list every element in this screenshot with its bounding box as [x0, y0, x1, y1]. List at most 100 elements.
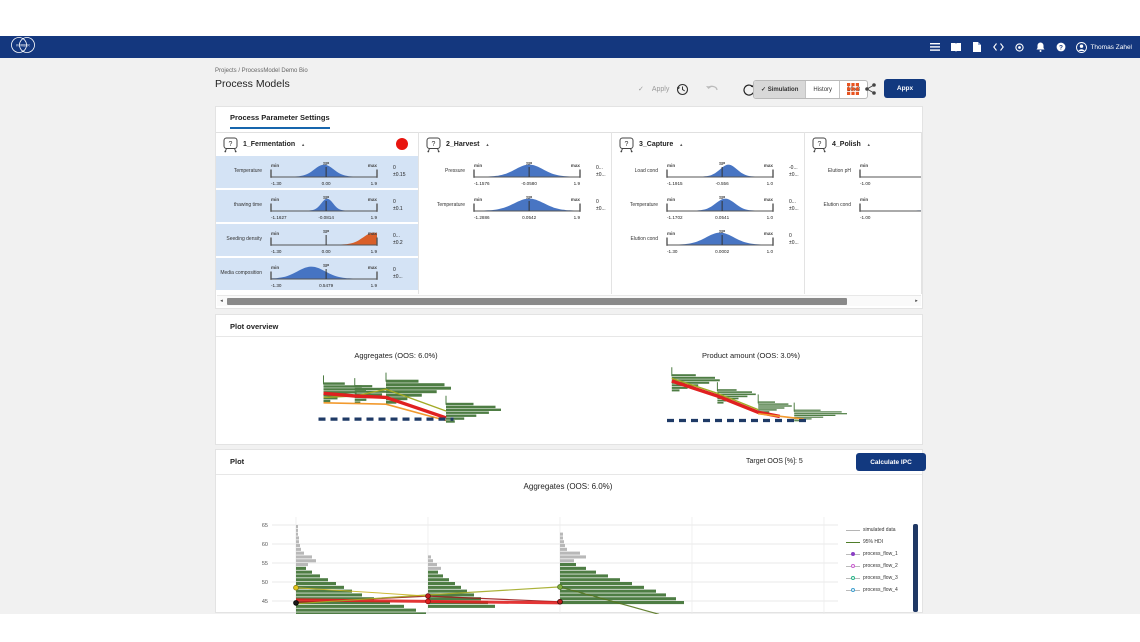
parameter-slider[interactable]: minSPmax -1.300.00021.0 — [661, 224, 789, 256]
breadcrumb[interactable]: Projects / ProcessModel Demo Bio — [215, 68, 308, 74]
parameter-slider[interactable]: minSPmax -1.1576-0.05801.9 — [468, 156, 596, 188]
param-values: 0...±0... — [596, 165, 612, 180]
scrollbar-thumb[interactable] — [227, 298, 847, 305]
param-label: Seeding density — [216, 237, 265, 243]
svg-text:min: min — [271, 163, 279, 168]
undo-icon[interactable] — [704, 81, 720, 97]
svg-text:min: min — [860, 197, 868, 202]
scroll-left-icon[interactable]: ◂ — [217, 296, 226, 306]
parameter-slider[interactable]: minSPmax -1.17020.05411.0 — [661, 190, 789, 222]
svg-text:0.5479: 0.5479 — [319, 283, 333, 288]
parameter-slider[interactable]: minSPmax -1.28860.05421.9 — [468, 190, 596, 222]
svg-text:min: min — [667, 163, 675, 168]
parameter-slider[interactable]: min -1.00 — [854, 190, 922, 222]
param-label: Elution cond — [612, 237, 661, 243]
code-icon[interactable] — [992, 41, 1004, 53]
svg-text:SP: SP — [323, 263, 329, 268]
legend-item-process_flow_4[interactable]: process_flow_4 — [846, 584, 910, 596]
legend-item-simulated-data[interactable]: simulated data — [846, 524, 910, 536]
parameter-slider[interactable]: min -1.00 — [854, 156, 922, 188]
svg-text:-0.556: -0.556 — [716, 181, 729, 186]
card-header-4_polish[interactable]: ? 4_Polish ▲ — [805, 132, 921, 156]
collapse-icon[interactable]: ▲ — [867, 142, 871, 147]
apply-button-disabled[interactable]: ✓ Apply — [638, 80, 669, 98]
param-row-seeding-density: Seeding density minSPmax -1.300.001.9 0.… — [216, 224, 418, 256]
collapse-icon[interactable]: ▲ — [301, 142, 305, 147]
manual-icon[interactable] — [950, 41, 962, 53]
collapse-icon[interactable]: ▲ — [485, 142, 489, 147]
svg-text:max: max — [764, 163, 774, 168]
svg-text:1.9: 1.9 — [371, 181, 378, 186]
param-values: 0...±0.2 — [393, 233, 415, 248]
legend-swatch — [846, 563, 860, 570]
svg-text:-0.0580: -0.0580 — [521, 181, 537, 186]
restore-history-icon[interactable] — [674, 81, 690, 97]
param-label: Load cond — [612, 169, 661, 175]
user-menu[interactable]: Thomas Zahel — [1076, 42, 1132, 53]
svg-text:min: min — [271, 265, 279, 270]
param-values: 0±0... — [596, 199, 612, 214]
svg-text:min: min — [474, 163, 482, 168]
menu-icon[interactable] — [929, 41, 941, 53]
koerber-logo[interactable]: KÖRBER — [8, 36, 38, 59]
process-card-4_polish: ? 4_Polish ▲ Elution pH min -1.00 Elutio… — [805, 132, 922, 294]
card-header-2_harvest[interactable]: ? 2_Harvest ▲ — [419, 132, 611, 156]
param-values: -0...±0... — [789, 165, 805, 180]
main-chart-svg: 6560555045 — [246, 507, 841, 614]
plot-overview-title: Plot overview — [230, 322, 278, 331]
mini-chart-aggregates-svg — [271, 362, 521, 430]
grid-layout-icon[interactable] — [845, 81, 861, 97]
collapse-icon[interactable]: ▲ — [679, 142, 683, 147]
card-header-3_capture[interactable]: ? 3_Capture ▲ — [612, 132, 804, 156]
unit-operation-icon: ? — [222, 136, 239, 153]
toggle-history[interactable]: History — [806, 81, 840, 98]
share-icon[interactable] — [862, 81, 878, 97]
process-parameter-panel: Process Parameter Settings ? 1_Fermentat… — [215, 106, 923, 309]
legend-swatch — [846, 527, 860, 534]
svg-text:?: ? — [1059, 44, 1063, 51]
svg-text:1.0: 1.0 — [767, 215, 774, 220]
plot-overview-panel: Plot overview Aggregates (OOS: 6.0%) Pro… — [215, 314, 923, 445]
svg-text:min: min — [667, 231, 675, 236]
legend-item-process_flow_1[interactable]: process_flow_1 — [846, 548, 910, 560]
scroll-right-icon[interactable]: ▸ — [912, 296, 921, 306]
card-header-1_fermentation[interactable]: ? 1_Fermentation ▲ — [216, 132, 418, 156]
parameter-slider[interactable]: minSPmax -1.1915-0.5561.0 — [661, 156, 789, 188]
legend-item-process_flow_3[interactable]: process_flow_3 — [846, 572, 910, 584]
legend-label: process_flow_1 — [863, 551, 898, 557]
svg-text:?: ? — [818, 141, 822, 148]
legend-scrollbar[interactable] — [913, 524, 918, 612]
toggle-simulation[interactable]: ✓ Simulation — [754, 81, 806, 98]
help-icon[interactable]: ? — [1055, 41, 1067, 53]
target-oos-value[interactable]: 5 — [799, 458, 803, 465]
svg-text:-1.2886: -1.2886 — [474, 215, 490, 220]
svg-text:?: ? — [229, 141, 233, 148]
svg-text:65: 65 — [262, 523, 268, 529]
svg-text:0.0542: 0.0542 — [522, 215, 536, 220]
param-values: 0±0... — [393, 267, 415, 282]
parameter-slider[interactable]: minSPmax -1.300.001.9 — [265, 156, 393, 188]
notifications-icon[interactable] — [1034, 41, 1046, 53]
svg-text:SP: SP — [323, 161, 329, 166]
svg-text:SP: SP — [719, 195, 725, 200]
parameter-slider[interactable]: minSPmax -1.300.001.9 — [265, 224, 393, 256]
svg-text:-1.1627: -1.1627 — [271, 215, 287, 220]
param-values: 0±0.1 — [393, 199, 415, 214]
user-name: Thomas Zahel — [1090, 44, 1132, 51]
appx-button[interactable]: Appx — [884, 79, 926, 98]
parameter-slider[interactable]: minSPmax -1.300.54791.9 — [265, 258, 393, 290]
unit-operation-icon: ? — [425, 136, 442, 153]
document-icon[interactable] — [971, 41, 983, 53]
legend-item-process_flow_2[interactable]: process_flow_2 — [846, 560, 910, 572]
svg-text:0.0541: 0.0541 — [715, 215, 729, 220]
param-label: Temperature — [612, 203, 661, 209]
param-row-thawing-time: thawing time minSPmax -1.1627-0.08141.9 … — [216, 190, 418, 222]
legend-swatch — [846, 587, 860, 594]
status-icon[interactable] — [1013, 41, 1025, 53]
svg-text:45: 45 — [262, 599, 268, 605]
target-oos: Target OOS [%]: 5 — [746, 458, 803, 465]
legend-item-95%-hdi[interactable]: 95% HDI — [846, 536, 910, 548]
tab-process-parameter-settings[interactable]: Process Parameter Settings — [230, 113, 330, 129]
parameter-slider[interactable]: minSPmax -1.1627-0.08141.9 — [265, 190, 393, 222]
calculate-ipc-button[interactable]: Calculate IPC — [856, 453, 926, 471]
